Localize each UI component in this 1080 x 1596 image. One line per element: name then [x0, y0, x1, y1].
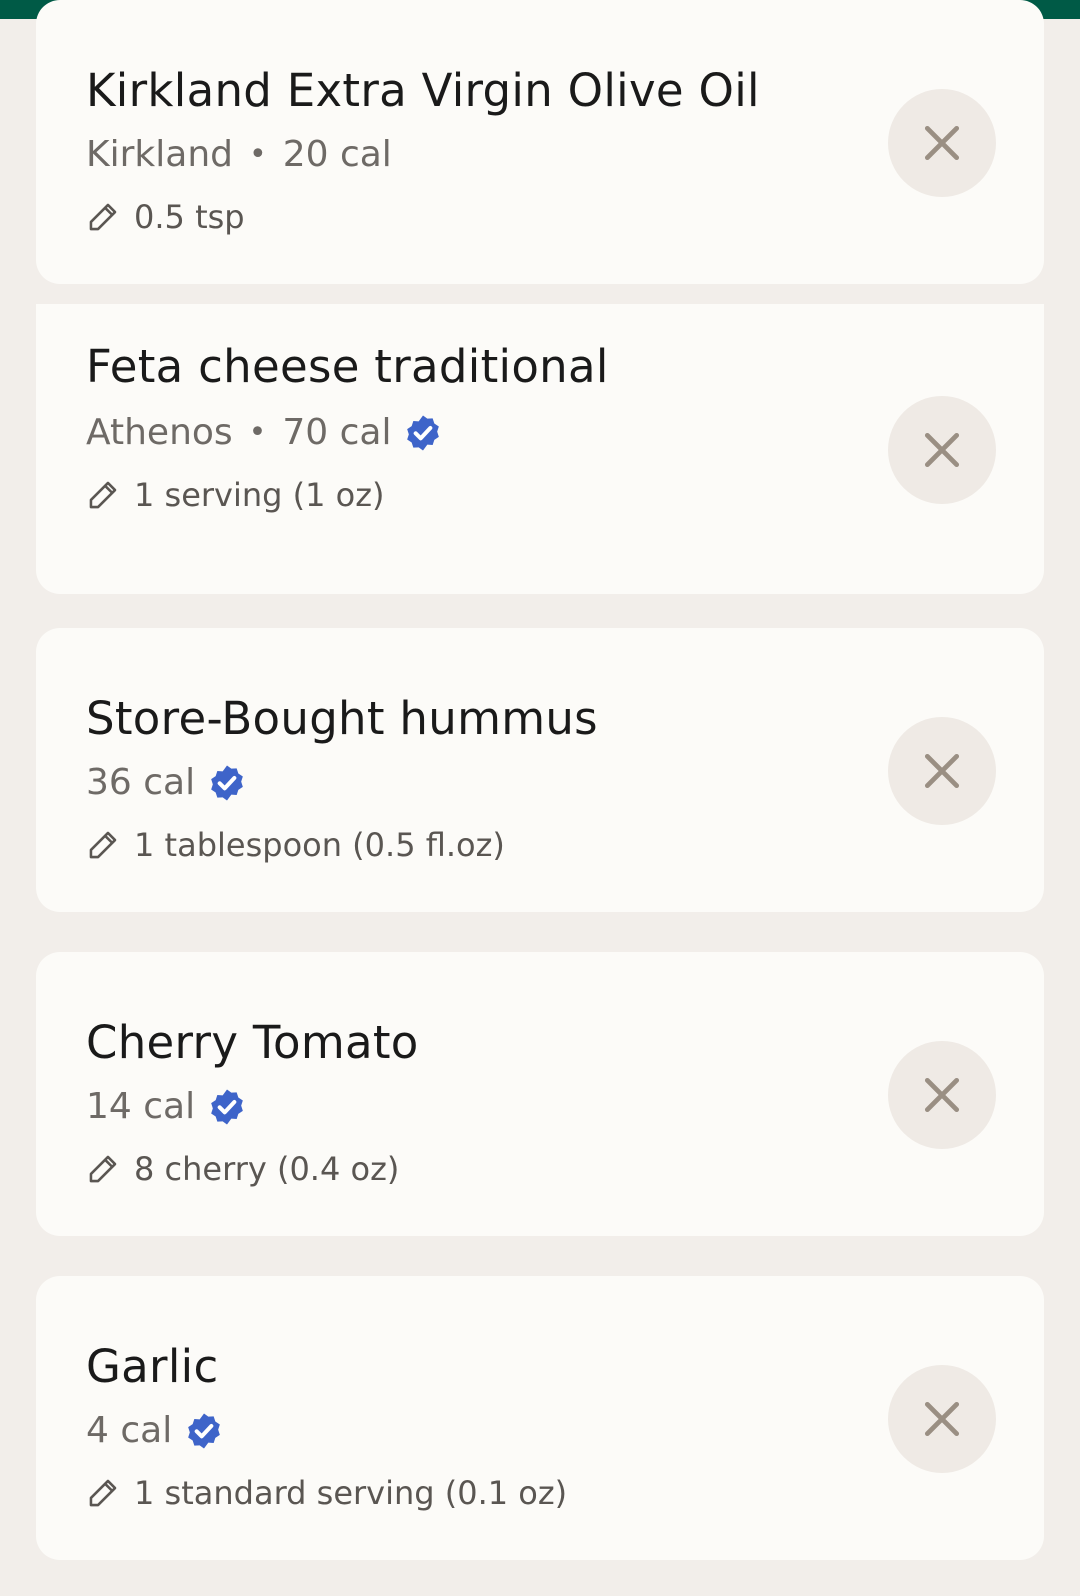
food-item-meta: Kirkland • 20 cal	[86, 134, 392, 175]
serving-size-label: 1 tablespoon (0.5 fl.oz)	[134, 826, 505, 864]
remove-item-button[interactable]	[888, 396, 996, 504]
close-icon	[924, 753, 960, 789]
remove-item-button[interactable]	[888, 1365, 996, 1473]
close-icon	[924, 432, 960, 468]
serving-size-edit[interactable]: 0.5 tsp	[86, 198, 245, 236]
pencil-icon	[86, 200, 120, 234]
remove-item-button[interactable]	[888, 717, 996, 825]
close-icon	[924, 125, 960, 161]
food-item-calories: 36 cal	[86, 762, 196, 803]
food-item-calories: 4 cal	[86, 1410, 173, 1451]
serving-size-label: 1 standard serving (0.1 oz)	[134, 1474, 568, 1512]
food-item-card[interactable]: Garlic 4 cal 1 standard serving (0.1 oz)	[36, 1276, 1044, 1560]
verified-badge-icon	[184, 1411, 224, 1451]
food-item-name: Store-Bought hummus	[86, 692, 598, 745]
food-item-card[interactable]: Store-Bought hummus 36 cal 1 tablespoon …	[36, 628, 1044, 912]
serving-size-edit[interactable]: 1 standard serving (0.1 oz)	[86, 1474, 567, 1512]
food-item-meta: Athenos • 70 cal	[86, 412, 443, 453]
serving-size-label: 0.5 tsp	[134, 198, 245, 236]
food-item-name: Garlic	[86, 1340, 219, 1393]
food-item-calories: 70 cal	[282, 412, 392, 453]
pencil-icon	[86, 828, 120, 862]
pencil-icon	[86, 478, 120, 512]
food-item-card[interactable]: Cherry Tomato 14 cal 8 cherry (0.4 oz)	[36, 952, 1044, 1236]
close-icon	[924, 1077, 960, 1113]
food-item-name: Feta cheese traditional	[86, 340, 609, 393]
serving-size-label: 1 serving (1 oz)	[134, 476, 385, 514]
food-item-calories: 14 cal	[86, 1086, 196, 1127]
food-item-meta: 14 cal	[86, 1086, 247, 1127]
serving-size-edit[interactable]: 8 cherry (0.4 oz)	[86, 1150, 399, 1188]
food-item-brand: Athenos	[86, 412, 233, 453]
pencil-icon	[86, 1476, 120, 1510]
separator-dot: •	[249, 137, 267, 172]
verified-badge-icon	[207, 1087, 247, 1127]
food-item-meta: 4 cal	[86, 1410, 224, 1451]
food-item-name: Kirkland Extra Virgin Olive Oil	[86, 64, 760, 117]
verified-badge-icon	[403, 413, 443, 453]
food-item-card[interactable]: Feta cheese traditional Athenos • 70 cal…	[36, 304, 1044, 594]
food-item-card[interactable]: Kirkland Extra Virgin Olive Oil Kirkland…	[36, 0, 1044, 284]
verified-badge-icon	[207, 763, 247, 803]
serving-size-edit[interactable]: 1 serving (1 oz)	[86, 476, 385, 514]
food-item-name: Cherry Tomato	[86, 1016, 419, 1069]
food-item-calories: 20 cal	[282, 134, 392, 175]
remove-item-button[interactable]	[888, 89, 996, 197]
food-item-brand: Kirkland	[86, 134, 233, 175]
separator-dot: •	[248, 415, 267, 450]
serving-size-label: 8 cherry (0.4 oz)	[134, 1150, 400, 1188]
remove-item-button[interactable]	[888, 1041, 996, 1149]
close-icon	[924, 1401, 960, 1437]
serving-size-edit[interactable]: 1 tablespoon (0.5 fl.oz)	[86, 826, 505, 864]
food-item-meta: 36 cal	[86, 762, 247, 803]
pencil-icon	[86, 1152, 120, 1186]
